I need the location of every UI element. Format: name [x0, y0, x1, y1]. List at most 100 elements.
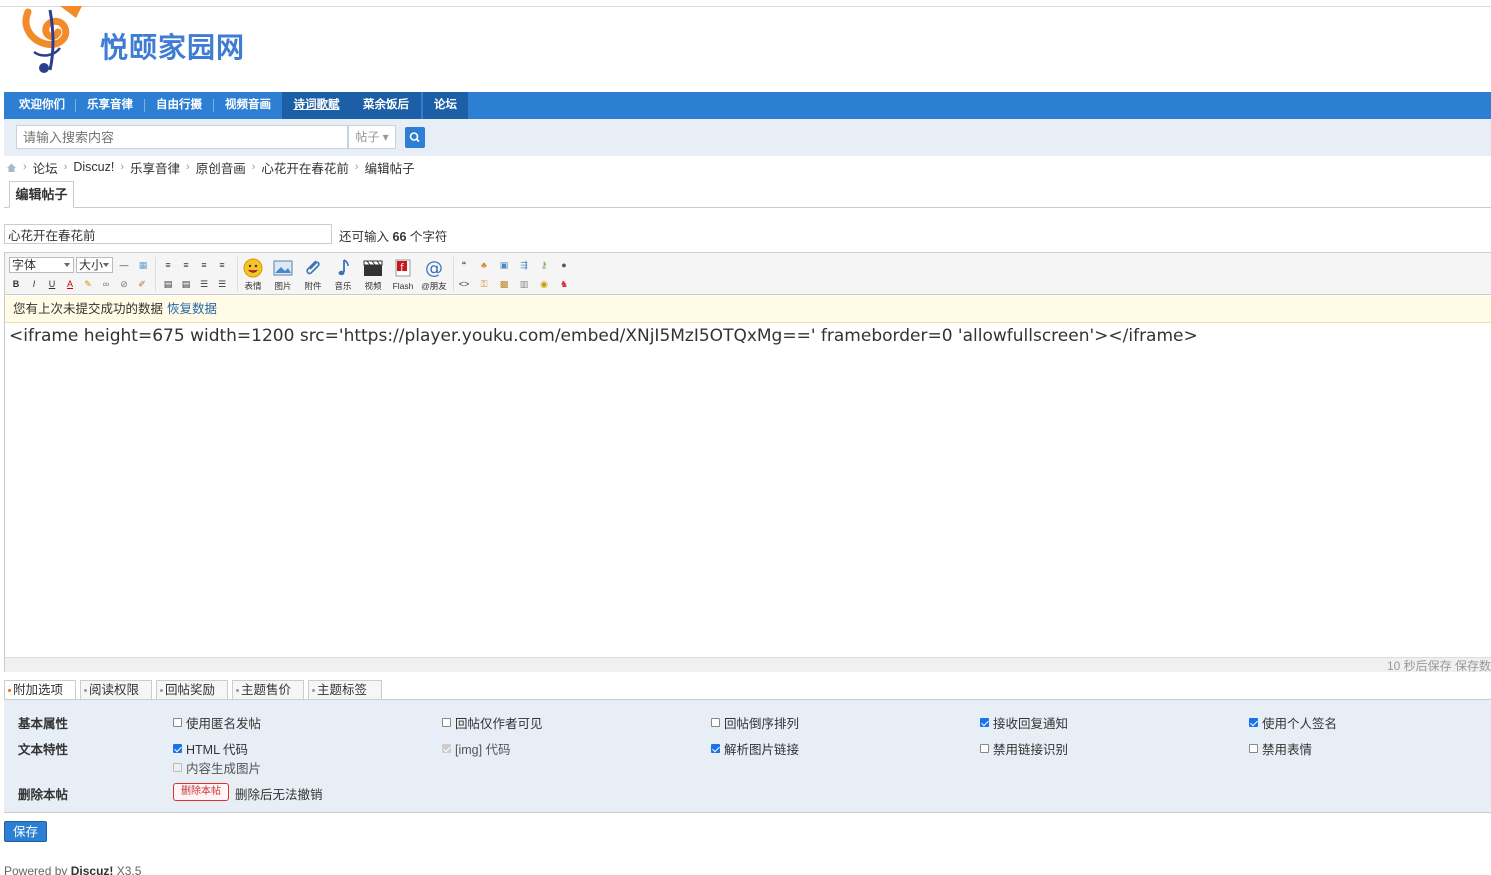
- post-title-input[interactable]: [4, 224, 332, 244]
- author-only-reply-checkbox[interactable]: 回帖仅作者可见: [442, 713, 543, 732]
- char-count-number: 66: [392, 230, 407, 244]
- reverse-order-checkbox[interactable]: 回帖倒序排列: [711, 713, 799, 732]
- ordered-list-icon[interactable]: ☰: [197, 277, 211, 291]
- nav-item-travel[interactable]: 自由行摄: [147, 92, 211, 119]
- hidden-content-icon[interactable]: ♞: [557, 277, 571, 291]
- checkbox-box: [1249, 744, 1258, 753]
- align-left-icon[interactable]: ≡: [161, 258, 175, 272]
- tab-extra-options[interactable]: 附加选项: [4, 680, 76, 700]
- tab-reply-reward[interactable]: 回帖奖励: [156, 680, 228, 700]
- users-icon[interactable]: ♣: [477, 258, 491, 272]
- breadcrumb-item[interactable]: 论坛: [33, 158, 58, 177]
- mention-friend-tool[interactable]: @ @朋友: [419, 255, 449, 293]
- site-logo[interactable]: 悦颐家园网: [20, 4, 250, 76]
- float-left-icon[interactable]: ▤: [161, 277, 175, 291]
- unordered-list-icon[interactable]: ☰: [215, 277, 229, 291]
- home-icon[interactable]: [6, 162, 17, 173]
- clear-format-icon[interactable]: ✐: [135, 277, 149, 291]
- video-tool[interactable]: 视频: [359, 255, 387, 293]
- autosave-text: 10 秒后保存 保存数: [1386, 659, 1491, 672]
- font-select[interactable]: 字体: [9, 257, 74, 273]
- tab-thread-price[interactable]: 主题售价: [232, 680, 304, 700]
- size-select[interactable]: 大小: [76, 257, 113, 273]
- extra-options-panel: 基本属性 使用匿名发帖 回帖仅作者可见 回帖倒序排列 接收回复通知 使用个人签名…: [4, 699, 1491, 813]
- checkbox-label: 使用匿名发帖: [186, 717, 262, 731]
- breadcrumb-item[interactable]: Discuz!: [73, 160, 114, 174]
- search-button[interactable]: [405, 127, 425, 148]
- attach-tool[interactable]: 附件: [299, 255, 327, 293]
- breadcrumb-item[interactable]: 乐享音律: [130, 158, 180, 177]
- lock-icon[interactable]: ⚿: [477, 277, 491, 291]
- breadcrumb-item[interactable]: 原创音画: [196, 158, 246, 177]
- html-code-checkbox[interactable]: HTML 代码: [173, 739, 248, 758]
- nav-item-music[interactable]: 乐享音律: [78, 92, 142, 119]
- unlink-icon[interactable]: ⊘: [117, 277, 131, 291]
- image-tool[interactable]: 图片: [269, 255, 297, 293]
- underline-icon[interactable]: U: [45, 277, 59, 291]
- generate-image-checkbox[interactable]: 内容生成图片: [173, 758, 261, 777]
- key-icon[interactable]: ⚷: [537, 258, 551, 272]
- tab-thread-tags[interactable]: 主题标签: [308, 680, 382, 700]
- reply-notify-checkbox[interactable]: 接收回复通知: [980, 713, 1068, 732]
- use-signature-checkbox[interactable]: 使用个人签名: [1249, 713, 1337, 732]
- disable-emoji-checkbox[interactable]: 禁用表情: [1249, 739, 1312, 758]
- toolbar-divider: [453, 257, 454, 291]
- coin-icon[interactable]: ◉: [537, 277, 551, 291]
- delete-post-button[interactable]: 删除本帖: [173, 783, 229, 801]
- disable-link-detect-checkbox[interactable]: 禁用链接识别: [980, 739, 1068, 758]
- tab-edit-post[interactable]: 编辑帖子: [9, 181, 74, 208]
- footer-powered-by: Powered by Discuz! X3.5: [4, 864, 141, 875]
- checkbox-box: [1249, 718, 1258, 727]
- tab-label: 附加选项: [13, 683, 64, 697]
- nav-item-welcome[interactable]: 欢迎你们: [10, 92, 74, 119]
- checkbox-label: 回帖仅作者可见: [455, 717, 543, 731]
- list-indent-icon[interactable]: ⇶: [517, 258, 531, 272]
- nav-item-video[interactable]: 视频音画: [216, 92, 280, 119]
- chevron-down-icon: [64, 263, 70, 267]
- table-insert-icon[interactable]: ▣: [497, 258, 511, 272]
- link-icon[interactable]: ∞: [99, 277, 113, 291]
- nav-item-chat[interactable]: 菜余饭后: [351, 92, 421, 119]
- align-center-icon[interactable]: ≡: [179, 258, 193, 272]
- parse-image-link-checkbox[interactable]: 解析图片链接: [711, 739, 799, 758]
- float-right-icon[interactable]: ▤: [179, 277, 193, 291]
- code-icon[interactable]: <>: [457, 277, 471, 291]
- table-icon[interactable]: ▦: [136, 258, 150, 272]
- search-input[interactable]: [16, 125, 348, 149]
- search-type-select[interactable]: 帖子 ▾: [348, 125, 396, 149]
- restore-data-link[interactable]: 恢复数据: [167, 302, 217, 316]
- font-color-icon[interactable]: A: [63, 277, 77, 291]
- char-count: 还可输入 66 个字符: [339, 226, 447, 245]
- highlight-icon[interactable]: ✎: [81, 277, 95, 291]
- img-code-checkbox[interactable]: [img] 代码: [442, 739, 511, 758]
- flash-tool[interactable]: ƒ Flash: [389, 255, 417, 293]
- save-button[interactable]: 保存: [4, 821, 47, 842]
- horizontal-rule-icon[interactable]: —: [117, 258, 131, 272]
- checkbox-label: 使用个人签名: [1262, 717, 1338, 731]
- emoji-tool[interactable]: 表情: [239, 255, 267, 293]
- page-break-icon[interactable]: ▥: [517, 277, 531, 291]
- align-right-icon[interactable]: ≡: [215, 258, 229, 272]
- bold-icon[interactable]: B: [9, 277, 23, 291]
- tab-read-permission[interactable]: 阅读权限: [80, 680, 152, 700]
- editor-status-bar: 10 秒后保存 保存数: [5, 657, 1491, 672]
- footer-brand[interactable]: Discuz!: [71, 864, 114, 875]
- record-icon[interactable]: ●: [557, 258, 571, 272]
- nav-item-forum[interactable]: 论坛: [423, 92, 468, 119]
- nav-item-poetry[interactable]: 诗词歌赋: [282, 92, 351, 119]
- mention-friend-label: @朋友: [421, 281, 447, 291]
- quote-icon[interactable]: “: [457, 258, 471, 272]
- breadcrumb-item[interactable]: 心花开在春花前: [261, 158, 349, 177]
- music-tool-label: 音乐: [334, 281, 352, 291]
- music-tool[interactable]: 音乐: [329, 255, 357, 293]
- toolbar-divider: [155, 257, 156, 291]
- gallery-icon[interactable]: ▩: [497, 277, 511, 291]
- tab-label: 回帖奖励: [165, 683, 216, 697]
- italic-icon[interactable]: I: [27, 277, 41, 291]
- align-justify-icon[interactable]: ≡: [197, 258, 211, 272]
- music-note-icon: [338, 259, 349, 276]
- flash-icon: ƒ: [395, 259, 411, 277]
- editor-content[interactable]: <iframe height=675 width=1200 src='https…: [5, 324, 1491, 657]
- main-nav: 欢迎你们 乐享音律 自由行摄 视频音画 诗词歌赋 菜余饭后 论坛: [4, 92, 1491, 119]
- anonymous-post-checkbox[interactable]: 使用匿名发帖: [173, 713, 261, 732]
